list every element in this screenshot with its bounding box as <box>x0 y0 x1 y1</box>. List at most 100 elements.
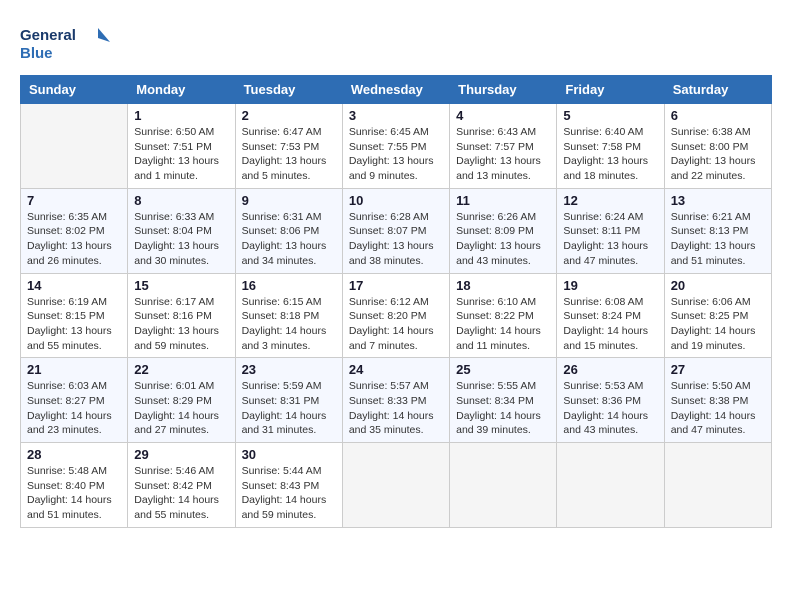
day-number: 16 <box>242 278 336 293</box>
day-of-week-header: Thursday <box>450 76 557 104</box>
calendar-cell: 24 Sunrise: 5:57 AMSunset: 8:33 PMDayligh… <box>342 358 449 443</box>
header-row: SundayMondayTuesdayWednesdayThursdayFrid… <box>21 76 772 104</box>
day-number: 7 <box>27 193 121 208</box>
calendar-cell: 14 Sunrise: 6:19 AMSunset: 8:15 PMDayligh… <box>21 273 128 358</box>
day-number: 17 <box>349 278 443 293</box>
day-info: Sunrise: 6:28 AMSunset: 8:07 PMDaylight:… <box>349 210 443 269</box>
svg-text:General: General <box>20 27 76 44</box>
day-number: 10 <box>349 193 443 208</box>
day-info: Sunrise: 5:57 AMSunset: 8:33 PMDaylight:… <box>349 379 443 438</box>
day-info: Sunrise: 5:46 AMSunset: 8:42 PMDaylight:… <box>134 464 228 523</box>
day-number: 14 <box>27 278 121 293</box>
day-of-week-header: Monday <box>128 76 235 104</box>
calendar-week-row: 7 Sunrise: 6:35 AMSunset: 8:02 PMDaylight… <box>21 188 772 273</box>
calendar-cell: 5Sunrise: 6:40 AMSunset: 7:58 PMDaylight… <box>557 104 664 189</box>
calendar-cell: 16 Sunrise: 6:15 AMSunset: 8:18 PMDayligh… <box>235 273 342 358</box>
day-info: Sunrise: 6:08 AMSunset: 8:24 PMDaylight:… <box>563 295 657 354</box>
day-number: 22 <box>134 362 228 377</box>
calendar-cell: 1 Sunrise: 6:50 AMSunset: 7:51 PMDaylight… <box>128 104 235 189</box>
calendar-cell <box>342 443 449 528</box>
day-info: Sunrise: 6:47 AMSunset: 7:53 PMDaylight:… <box>242 125 336 184</box>
day-info: Sunrise: 6:10 AMSunset: 8:22 PMDaylight:… <box>456 295 550 354</box>
calendar-cell <box>664 443 771 528</box>
day-number: 26 <box>563 362 657 377</box>
day-info: Sunrise: 6:43 AMSunset: 7:57 PMDaylight:… <box>456 125 550 184</box>
day-number: 8 <box>134 193 228 208</box>
day-of-week-header: Friday <box>557 76 664 104</box>
day-info: Sunrise: 6:24 AMSunset: 8:11 PMDaylight:… <box>563 210 657 269</box>
day-info: Sunrise: 6:33 AMSunset: 8:04 PMDaylight:… <box>134 210 228 269</box>
day-number: 11 <box>456 193 550 208</box>
day-of-week-header: Wednesday <box>342 76 449 104</box>
day-number: 21 <box>27 362 121 377</box>
page-header: General Blue <box>20 20 772 65</box>
day-number: 5 <box>563 108 657 123</box>
day-number: 13 <box>671 193 765 208</box>
calendar-cell: 21 Sunrise: 6:03 AMSunset: 8:27 PMDayligh… <box>21 358 128 443</box>
day-info: Sunrise: 6:15 AMSunset: 8:18 PMDaylight:… <box>242 295 336 354</box>
day-info: Sunrise: 6:12 AMSunset: 8:20 PMDaylight:… <box>349 295 443 354</box>
day-info: Sunrise: 6:26 AMSunset: 8:09 PMDaylight:… <box>456 210 550 269</box>
day-number: 6 <box>671 108 765 123</box>
day-number: 9 <box>242 193 336 208</box>
day-number: 27 <box>671 362 765 377</box>
day-info: Sunrise: 5:50 AMSunset: 8:38 PMDaylight:… <box>671 379 765 438</box>
day-info: Sunrise: 5:44 AMSunset: 8:43 PMDaylight:… <box>242 464 336 523</box>
day-info: Sunrise: 6:01 AMSunset: 8:29 PMDaylight:… <box>134 379 228 438</box>
day-info: Sunrise: 6:17 AMSunset: 8:16 PMDaylight:… <box>134 295 228 354</box>
day-info: Sunrise: 5:59 AMSunset: 8:31 PMDaylight:… <box>242 379 336 438</box>
calendar-cell: 11 Sunrise: 6:26 AMSunset: 8:09 PMDayligh… <box>450 188 557 273</box>
logo-svg: General Blue <box>20 20 110 65</box>
day-number: 12 <box>563 193 657 208</box>
calendar-cell: 13 Sunrise: 6:21 AMSunset: 8:13 PMDayligh… <box>664 188 771 273</box>
day-info: Sunrise: 6:35 AMSunset: 8:02 PMDaylight:… <box>27 210 121 269</box>
day-number: 25 <box>456 362 550 377</box>
day-info: Sunrise: 6:45 AMSunset: 7:55 PMDaylight:… <box>349 125 443 184</box>
calendar-cell: 26 Sunrise: 5:53 AMSunset: 8:36 PMDayligh… <box>557 358 664 443</box>
calendar-cell: 29 Sunrise: 5:46 AMSunset: 8:42 PMDayligh… <box>128 443 235 528</box>
day-number: 3 <box>349 108 443 123</box>
day-info: Sunrise: 6:19 AMSunset: 8:15 PMDaylight:… <box>27 295 121 354</box>
calendar-cell: 15 Sunrise: 6:17 AMSunset: 8:16 PMDayligh… <box>128 273 235 358</box>
day-info: Sunrise: 6:03 AMSunset: 8:27 PMDaylight:… <box>27 379 121 438</box>
calendar-week-row: 14 Sunrise: 6:19 AMSunset: 8:15 PMDayligh… <box>21 273 772 358</box>
day-info: Sunrise: 6:50 AMSunset: 7:51 PMDaylight:… <box>134 125 228 184</box>
calendar-cell: 22 Sunrise: 6:01 AMSunset: 8:29 PMDayligh… <box>128 358 235 443</box>
calendar-table: SundayMondayTuesdayWednesdayThursdayFrid… <box>20 75 772 528</box>
day-info: Sunrise: 6:21 AMSunset: 8:13 PMDaylight:… <box>671 210 765 269</box>
day-info: Sunrise: 5:55 AMSunset: 8:34 PMDaylight:… <box>456 379 550 438</box>
day-info: Sunrise: 5:48 AMSunset: 8:40 PMDaylight:… <box>27 464 121 523</box>
day-number: 20 <box>671 278 765 293</box>
calendar-week-row: 21 Sunrise: 6:03 AMSunset: 8:27 PMDayligh… <box>21 358 772 443</box>
day-number: 29 <box>134 447 228 462</box>
calendar-week-row: 28 Sunrise: 5:48 AMSunset: 8:40 PMDayligh… <box>21 443 772 528</box>
logo: General Blue <box>20 20 110 65</box>
calendar-cell: 17 Sunrise: 6:12 AMSunset: 8:20 PMDayligh… <box>342 273 449 358</box>
day-number: 24 <box>349 362 443 377</box>
calendar-cell: 9 Sunrise: 6:31 AMSunset: 8:06 PMDaylight… <box>235 188 342 273</box>
calendar-cell: 20 Sunrise: 6:06 AMSunset: 8:25 PMDayligh… <box>664 273 771 358</box>
day-of-week-header: Tuesday <box>235 76 342 104</box>
calendar-cell: 10 Sunrise: 6:28 AMSunset: 8:07 PMDayligh… <box>342 188 449 273</box>
calendar-cell <box>21 104 128 189</box>
calendar-week-row: 1 Sunrise: 6:50 AMSunset: 7:51 PMDaylight… <box>21 104 772 189</box>
calendar-cell: 25 Sunrise: 5:55 AMSunset: 8:34 PMDayligh… <box>450 358 557 443</box>
day-number: 15 <box>134 278 228 293</box>
calendar-cell: 4Sunrise: 6:43 AMSunset: 7:57 PMDaylight… <box>450 104 557 189</box>
day-info: Sunrise: 6:31 AMSunset: 8:06 PMDaylight:… <box>242 210 336 269</box>
calendar-cell: 30 Sunrise: 5:44 AMSunset: 8:43 PMDayligh… <box>235 443 342 528</box>
day-number: 1 <box>134 108 228 123</box>
calendar-cell: 8 Sunrise: 6:33 AMSunset: 8:04 PMDaylight… <box>128 188 235 273</box>
day-number: 28 <box>27 447 121 462</box>
day-number: 23 <box>242 362 336 377</box>
calendar-cell: 12 Sunrise: 6:24 AMSunset: 8:11 PMDayligh… <box>557 188 664 273</box>
calendar-cell: 27 Sunrise: 5:50 AMSunset: 8:38 PMDayligh… <box>664 358 771 443</box>
day-number: 30 <box>242 447 336 462</box>
calendar-cell: 7 Sunrise: 6:35 AMSunset: 8:02 PMDaylight… <box>21 188 128 273</box>
calendar-cell: 6 Sunrise: 6:38 AMSunset: 8:00 PMDaylight… <box>664 104 771 189</box>
calendar-cell <box>557 443 664 528</box>
day-info: Sunrise: 6:38 AMSunset: 8:00 PMDaylight:… <box>671 125 765 184</box>
calendar-cell <box>450 443 557 528</box>
day-info: Sunrise: 5:53 AMSunset: 8:36 PMDaylight:… <box>563 379 657 438</box>
day-info: Sunrise: 6:06 AMSunset: 8:25 PMDaylight:… <box>671 295 765 354</box>
